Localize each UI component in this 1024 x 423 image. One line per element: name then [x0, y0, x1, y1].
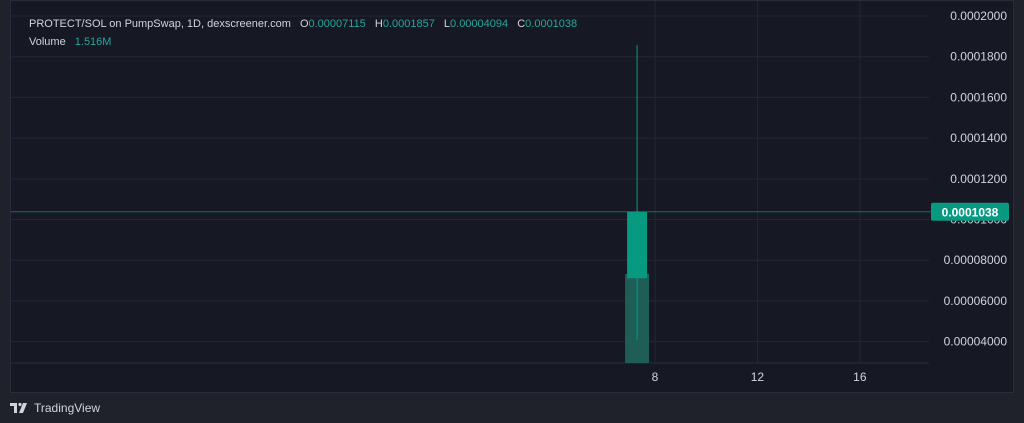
open-key: O	[299, 18, 309, 30]
y-tick-label: 0.00006000	[944, 294, 1008, 308]
y-tick-label: 0.0001600	[950, 90, 1007, 104]
y-tick-label: 0.00008000	[944, 253, 1008, 267]
close-value: 0.0001038	[525, 18, 578, 30]
tradingview-logo-icon	[10, 402, 27, 413]
volume-label: Volume	[29, 36, 66, 48]
x-tick-label: 12	[751, 370, 765, 384]
x-tick-label: 8	[652, 370, 659, 384]
legend-symbol-row: PROTECT/SOL on PumpSwap, 1D, dexscreener…	[29, 15, 577, 33]
high-value: 0.0001857	[382, 18, 435, 30]
high-key: H	[374, 18, 383, 30]
low-value: 0.00004094	[450, 18, 509, 30]
legend-volume-row: Volume 1.516M	[29, 33, 577, 51]
x-tick-label: 16	[853, 370, 867, 384]
footer-brand-text: TradingView	[34, 401, 101, 415]
y-tick-label: 0.00004000	[944, 335, 1008, 349]
y-tick-label: 0.0002000	[950, 9, 1007, 23]
footer-brand[interactable]: TradingView	[10, 398, 100, 418]
candle-body	[627, 211, 648, 279]
y-tick-label: 0.0001800	[950, 50, 1007, 64]
open-value: 0.00007115	[308, 18, 366, 30]
last-price-label: 0.0001038	[942, 205, 999, 219]
chart-frame[interactable]: 0.0002000 0.0001800 0.0001600 0.0001400 0.00…	[10, 0, 1014, 393]
y-tick-label: 0.0001400	[950, 131, 1007, 145]
volume-value: 1.516M	[74, 36, 112, 48]
price-chart[interactable]: 0.0002000 0.0001800 0.0001600 0.0001400 0.00…	[11, 1, 1015, 394]
y-tick-label: 0.0001200	[950, 172, 1007, 186]
chart-legend: PROTECT/SOL on PumpSwap, 1D, dexscreener…	[29, 15, 577, 51]
symbol-title: PROTECT/SOL on PumpSwap, 1D, dexscreener…	[29, 18, 291, 30]
close-key: C	[517, 18, 526, 30]
